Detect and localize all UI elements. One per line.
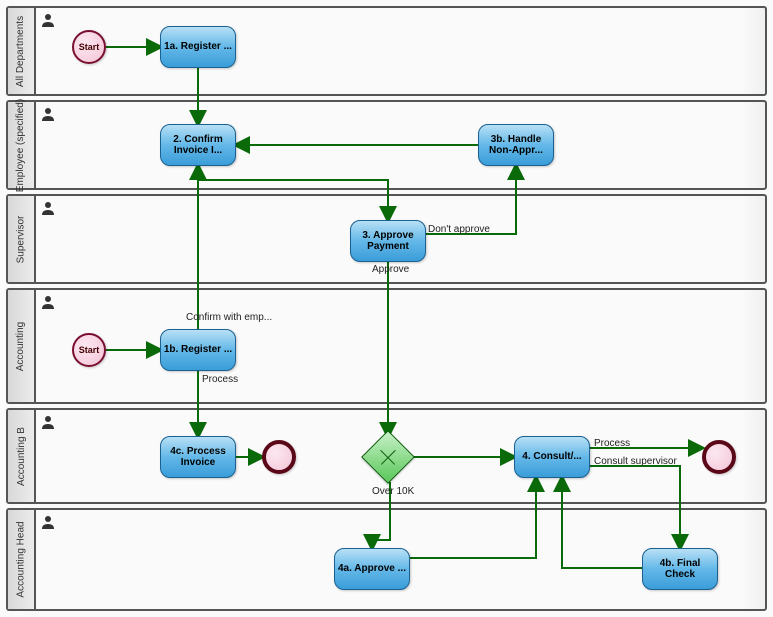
task-3b-handle[interactable]: 3b. Handle Non-Appr... [478, 124, 554, 166]
user-icon [40, 514, 56, 530]
lane-label: All Departments [8, 8, 36, 94]
start-event-2[interactable]: Start [72, 333, 106, 367]
user-icon [40, 414, 56, 430]
lane-label: Employee (specified) [8, 102, 36, 188]
user-icon [40, 200, 56, 216]
lane-employee: Employee (specified) [6, 100, 767, 190]
edge-label-process: Process [202, 374, 238, 385]
end-event-2[interactable] [702, 440, 736, 474]
lane-accounting: Accounting [6, 288, 767, 404]
edge-label-process2: Process [594, 438, 630, 449]
user-icon [40, 12, 56, 28]
user-icon [40, 294, 56, 310]
edge-label-dont-approve: Don't approve [428, 224, 490, 235]
user-icon [40, 106, 56, 122]
edge-label-confirm-emp: Confirm with emp... [186, 312, 272, 323]
start-event-1[interactable]: Start [72, 30, 106, 64]
task-2-confirm[interactable]: 2. Confirm Invoice I... [160, 124, 236, 166]
task-1b-register[interactable]: 1b. Register ... [160, 329, 236, 371]
task-4b-final-check[interactable]: 4b. Final Check [642, 548, 718, 590]
lane-label: Accounting [8, 290, 36, 402]
lane-label: Accounting B [8, 410, 36, 502]
lane-label: Accounting Head [8, 510, 36, 609]
lane-all-departments: All Departments [6, 6, 767, 96]
edge-label-approve: Approve [372, 264, 409, 275]
task-4-consult[interactable]: 4. Consult/... [514, 436, 590, 478]
edge-label-consult-sup: Consult supervisor [594, 456, 677, 467]
edge-label-over10k: Over 10K [372, 486, 414, 497]
task-4c-process[interactable]: 4c. Process Invoice [160, 436, 236, 478]
task-4a-approve[interactable]: 4a. Approve ... [334, 548, 410, 590]
lane-label: Supervisor [8, 196, 36, 282]
task-1a-register[interactable]: 1a. Register ... [160, 26, 236, 68]
task-3-approve[interactable]: 3. Approve Payment [350, 220, 426, 262]
end-event-1[interactable] [262, 440, 296, 474]
